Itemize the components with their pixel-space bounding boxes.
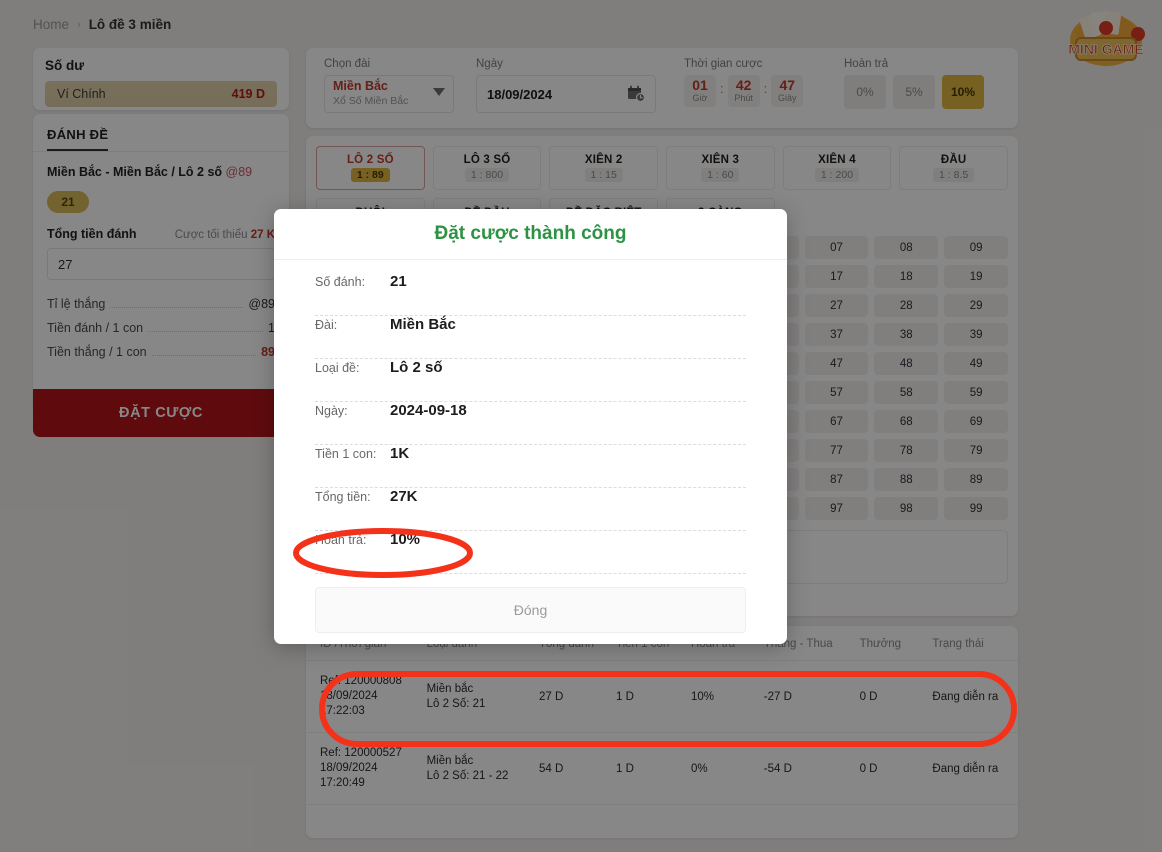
modal-key: Hoàn trả: [315,533,390,547]
modal-value: Miền Bắc [390,316,456,333]
modal-row-tien-1-con: Tiền 1 con: 1K [315,445,746,488]
modal-value: 21 [390,273,407,290]
modal-key: Tổng tiền: [315,490,390,504]
modal-row-dai: Đài: Miền Bắc [315,316,746,359]
modal-key: Tiền 1 con: [315,447,390,461]
modal-key: Số đánh: [315,275,390,289]
modal-header: Đặt cược thành công [274,209,787,260]
modal-value: Lô 2 số [390,359,443,376]
modal-key: Đài: [315,318,390,332]
modal-value: 2024-09-18 [390,402,467,419]
modal-key: Ngày: [315,404,390,418]
app-page: Home › Lô đề 3 miền MINI GAME Số dư Ví C… [0,0,1162,852]
modal-row-loai-de: Loại đề: Lô 2 số [315,359,746,402]
modal-row-tong-tien: Tổng tiền: 27K [315,488,746,531]
modal-value: 1K [390,445,409,462]
modal-row-hoan-tra: Hoàn trả: 10% [315,531,746,574]
modal-value: 27K [390,488,418,505]
modal-row-so-danh: Số đánh: 21 [315,273,746,316]
modal-row-ngay: Ngày: 2024-09-18 [315,402,746,445]
modal-close-button[interactable]: Đóng [315,587,746,633]
modal-key: Loại đề: [315,361,390,375]
modal-value: 10% [390,531,420,548]
modal-body: Số đánh: 21 Đài: Miền Bắc Loại đề: Lô 2 … [274,260,787,633]
bet-success-modal: Đặt cược thành công Số đánh: 21 Đài: Miề… [274,209,787,644]
modal-title: Đặt cược thành công [435,223,627,245]
